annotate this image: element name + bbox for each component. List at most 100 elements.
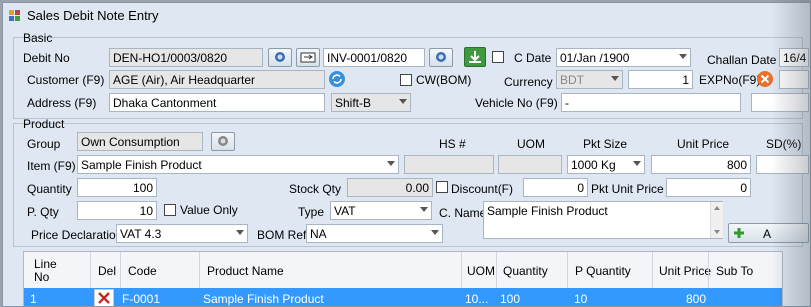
bom-ref-select[interactable]: NA bbox=[306, 224, 443, 243]
item-label: Item (F9) bbox=[27, 159, 76, 173]
col-divider bbox=[461, 252, 462, 288]
invoice-link-button[interactable] bbox=[296, 48, 320, 67]
vehicle-no-field[interactable]: - bbox=[561, 93, 741, 112]
type-select[interactable]: VAT bbox=[330, 201, 432, 220]
product-group-label: Product bbox=[23, 117, 65, 131]
chevron-down-icon bbox=[679, 54, 687, 59]
stock-qty-field: 0.00 bbox=[347, 178, 433, 197]
chevron-down-icon bbox=[431, 230, 439, 235]
group-search-button[interactable] bbox=[211, 132, 235, 151]
delete-icon bbox=[98, 292, 110, 304]
exp-no-clear-button[interactable] bbox=[755, 69, 775, 89]
price-declaration-value: VAT 4.3 bbox=[120, 227, 162, 241]
title-bar: Sales Debit Note Entry bbox=[3, 3, 810, 27]
search-icon bbox=[218, 136, 228, 146]
chevron-down-icon bbox=[399, 99, 407, 104]
quantity-field[interactable]: 100 bbox=[77, 178, 157, 197]
delete-row-button[interactable] bbox=[94, 289, 114, 306]
debit-search-button[interactable] bbox=[268, 48, 292, 67]
table-row[interactable]: 1 F-0001 Sample Finish Product 10... 100… bbox=[24, 288, 782, 306]
unit-price-field[interactable]: 800 bbox=[651, 155, 751, 174]
currency-rate-field[interactable]: 1 bbox=[628, 70, 693, 89]
pkt-unit-price-field[interactable]: 0 bbox=[666, 178, 751, 197]
col-del: Del bbox=[98, 264, 117, 278]
price-declaration-label: Price Declaration bbox=[31, 228, 123, 242]
app-grid-icon bbox=[9, 10, 20, 21]
col-line-no-1: Line bbox=[34, 257, 57, 271]
col-quantity: Quantity bbox=[503, 264, 548, 278]
pkt-size-header: Pkt Size bbox=[583, 137, 628, 151]
type-value: VAT bbox=[334, 204, 356, 218]
add-item-label: A bbox=[763, 227, 772, 241]
group-label: Group bbox=[27, 137, 61, 151]
row-p-quantity: 10 bbox=[574, 292, 588, 306]
item-value: Sample Finish Product bbox=[81, 158, 202, 172]
bom-ref-label: BOM Ref. bbox=[257, 228, 310, 242]
col-divider bbox=[90, 252, 91, 288]
chevron-down-icon bbox=[387, 161, 395, 166]
customer-field[interactable]: AGE (Air), Air Headquarter bbox=[109, 70, 325, 89]
add-item-button[interactable]: A bbox=[728, 223, 809, 243]
col-divider bbox=[496, 252, 497, 288]
col-sub-total: Sub To bbox=[716, 264, 754, 278]
c-name-scrollbar[interactable] bbox=[710, 202, 723, 238]
pkt-unit-price-label: Pkt Unit Price bbox=[591, 182, 664, 196]
c-name-textarea[interactable]: Sample Finish Product bbox=[483, 201, 723, 239]
hs-field[interactable] bbox=[404, 155, 494, 174]
group-field[interactable]: Own Consumption bbox=[77, 132, 203, 151]
invoice-no-field[interactable]: INV-0001/0820 bbox=[323, 48, 425, 67]
sd-field[interactable] bbox=[756, 155, 809, 174]
challan-date-label: Challan Date bbox=[707, 53, 777, 67]
shift-select[interactable]: Shift-B bbox=[331, 93, 411, 112]
customer-label: Customer (F9) bbox=[27, 73, 105, 87]
chevron-down-icon bbox=[611, 76, 619, 81]
col-line-no-2: No bbox=[34, 270, 50, 284]
shift-value: Shift-B bbox=[335, 96, 372, 110]
exp-no-field[interactable] bbox=[779, 70, 809, 89]
currency-select[interactable]: BDT bbox=[556, 70, 623, 89]
scroll-down-icon bbox=[714, 230, 720, 234]
uom-header: UOM bbox=[517, 137, 545, 151]
col-divider bbox=[652, 252, 653, 288]
download-button[interactable] bbox=[464, 47, 486, 67]
basic-group-label: Basic bbox=[23, 31, 53, 45]
p-qty-label: P. Qty bbox=[27, 205, 59, 219]
address-field[interactable]: Dhaka Cantonment bbox=[109, 93, 325, 112]
discount-label: Discount(F) bbox=[451, 182, 514, 196]
scroll-up-icon bbox=[714, 206, 720, 210]
invoice-search-button[interactable] bbox=[429, 48, 453, 67]
item-select[interactable]: Sample Finish Product bbox=[77, 155, 399, 174]
debit-no-label: Debit No bbox=[23, 51, 70, 65]
sales-debit-note-window: Sales Debit Note Entry Basic Debit No DE… bbox=[2, 2, 811, 307]
col-divider bbox=[708, 252, 709, 288]
debit-no-field[interactable]: DEN-HO1/0003/0820 bbox=[109, 48, 263, 67]
stock-qty-label: Stock Qty bbox=[289, 182, 342, 196]
vehicle-extra-field[interactable] bbox=[751, 93, 809, 112]
col-unit-price: Unit Price bbox=[659, 264, 712, 278]
hs-header: HS # bbox=[439, 137, 466, 151]
row-unit-price: 800 bbox=[686, 292, 707, 306]
col-uom: UOM bbox=[467, 264, 495, 278]
type-label: Type bbox=[298, 205, 325, 219]
sd-header: SD(%) bbox=[766, 137, 802, 151]
pkt-size-value: 1000 Kg bbox=[571, 158, 616, 172]
col-divider bbox=[120, 252, 121, 288]
challan-date-field[interactable]: 16/4 bbox=[779, 48, 809, 67]
quantity-label: Quantity bbox=[27, 182, 72, 196]
exp-no-label: EXPNo(F9) bbox=[699, 73, 761, 87]
c-date-checkbox[interactable] bbox=[492, 51, 504, 63]
p-qty-field[interactable]: 10 bbox=[77, 201, 157, 220]
cw-bom-checkbox[interactable] bbox=[400, 74, 412, 86]
discount-checkbox[interactable] bbox=[436, 181, 448, 193]
c-date-picker[interactable]: 01/Jan /1900 bbox=[556, 48, 691, 67]
discount-field[interactable]: 0 bbox=[523, 178, 588, 197]
pkt-size-select[interactable]: 1000 Kg bbox=[567, 155, 645, 174]
price-declaration-select[interactable]: VAT 4.3 bbox=[116, 224, 248, 243]
customer-refresh-button[interactable] bbox=[327, 69, 347, 89]
uom-field[interactable] bbox=[498, 155, 562, 174]
cw-bom-label: CW(BOM) bbox=[416, 73, 472, 87]
address-label: Address (F9) bbox=[27, 96, 97, 110]
value-only-checkbox[interactable] bbox=[164, 204, 176, 216]
product-grid[interactable]: Line No Del Code Product Name UOM Quanti… bbox=[23, 251, 783, 306]
search-icon bbox=[275, 52, 285, 62]
